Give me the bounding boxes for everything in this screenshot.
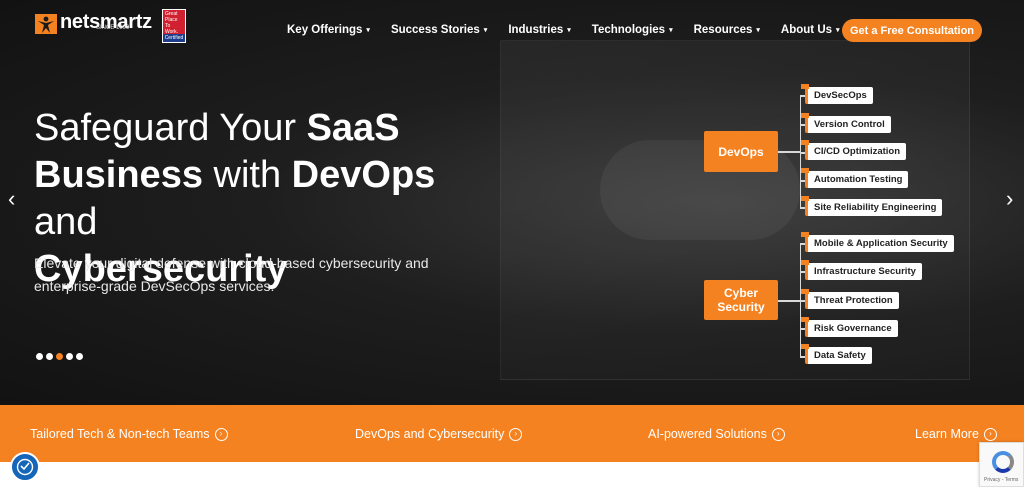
chevron-right-icon: › <box>983 427 997 441</box>
menu-label: Success Stories <box>390 24 480 36</box>
devops-item: Version Control <box>801 113 891 133</box>
chevron-right-icon: › <box>214 427 228 441</box>
caret-down-icon: ▾ <box>756 27 760 34</box>
devops-item: DevSecOps <box>801 84 873 104</box>
menu-label: About Us <box>780 24 833 36</box>
bar-item-label: DevOps and Cybersecurity <box>355 427 505 441</box>
headline-text: Business <box>34 154 203 196</box>
headline-text: DevOps <box>291 154 436 196</box>
menu-industries[interactable]: Industries ▾ <box>508 22 570 38</box>
badge-certified: Certified <box>163 34 185 42</box>
headline-text: with <box>213 154 282 196</box>
menu-resources[interactable]: Resources ▾ <box>694 22 760 38</box>
connector-line <box>778 300 800 302</box>
menu-label: Industries <box>508 24 564 36</box>
cyber-security-item: Threat Protection <box>801 289 899 309</box>
devops-item: Site Reliability Engineering <box>800 196 943 216</box>
logo-since: SINCE 1999 <box>96 25 130 31</box>
carousel-next-icon[interactable]: › <box>1006 186 1013 212</box>
headline-text: SaaS <box>306 107 400 149</box>
menu-technologies[interactable]: Technologies ▾ <box>592 22 673 38</box>
menu-success-stories[interactable]: Success Stories ▾ <box>391 22 487 38</box>
caret-down-icon: ▾ <box>567 27 571 34</box>
main-menu: Key Offerings ▾ Success Stories ▾ Industri… <box>287 22 840 38</box>
recaptcha-badge[interactable]: Privacy - Terms <box>979 442 1024 487</box>
tailored-teams-link[interactable]: Tailored Tech & Non-tech Teams › <box>30 427 228 441</box>
caret-down-icon: ▾ <box>483 27 488 34</box>
recaptcha-privacy-terms: Privacy - Terms <box>984 477 1019 483</box>
free-consultation-button[interactable]: Get a Free Consultation <box>842 19 982 42</box>
bar-item-label: AI-powered Solutions <box>648 427 767 441</box>
bar-item-label: Tailored Tech & Non-tech Teams <box>30 427 210 441</box>
learn-more-link[interactable]: Learn More › <box>915 427 997 441</box>
feature-bar: Tailored Tech & Non-tech Teams › DevOps a… <box>0 405 1024 462</box>
logo-figure-icon <box>35 14 57 34</box>
carousel-prev-icon[interactable]: ‹ <box>8 186 15 212</box>
connector-line <box>778 151 800 153</box>
chevron-right-icon: › <box>771 427 785 441</box>
carousel-dot-active[interactable] <box>56 353 63 360</box>
carousel-dot[interactable] <box>36 353 43 360</box>
menu-key-offerings[interactable]: Key Offerings ▾ <box>287 22 370 38</box>
hero-banner: netsmartz SINCE 1999 Great Place To Work… <box>0 0 1024 405</box>
cyber-security-item: Risk Governance <box>801 317 898 337</box>
headline-text: and <box>34 201 98 243</box>
carousel-dot[interactable] <box>66 353 73 360</box>
carousel-dot[interactable] <box>76 353 83 360</box>
cyber-security-item: Mobile & Application Security <box>801 232 954 252</box>
ai-solutions-link[interactable]: AI-powered Solutions › <box>648 427 785 441</box>
great-place-to-work-badge: Great Place To Work. Certified <box>162 9 186 43</box>
cyber-security-item: Infrastructure Security <box>801 260 922 280</box>
accessibility-icon[interactable] <box>10 452 40 482</box>
chevron-right-icon: › <box>509 427 523 441</box>
devops-group-box: DevOps <box>704 131 778 172</box>
recaptcha-icon <box>992 451 1014 473</box>
headline-text: Safeguard Your <box>34 107 297 149</box>
menu-about-us[interactable]: About Us ▾ <box>781 22 840 38</box>
menu-label: Resources <box>693 24 753 36</box>
menu-label: Technologies <box>591 24 666 36</box>
caret-down-icon: ▾ <box>836 27 840 34</box>
devops-item: Automation Testing <box>800 168 909 188</box>
devops-cybersecurity-link[interactable]: DevOps and Cybersecurity › <box>355 427 523 441</box>
bar-item-label: Learn More <box>915 427 979 441</box>
caret-down-icon: ▾ <box>366 27 370 34</box>
hero-subtext: Elevate your digital defense with cloud-… <box>34 255 429 294</box>
netsmartz-logo[interactable]: netsmartz <box>34 10 152 36</box>
top-navigation: netsmartz SINCE 1999 Great Place To Work… <box>0 0 1024 60</box>
devops-item: CI/CD Optimization <box>800 140 907 160</box>
cyber-security-group-box: Cyber Security <box>704 280 778 320</box>
menu-label: Key Offerings <box>287 24 363 36</box>
caret-down-icon: ▾ <box>669 27 673 34</box>
cyber-security-item: Data Safety <box>801 344 872 364</box>
accessibility-figure-icon <box>16 458 34 476</box>
carousel-dots <box>36 353 83 360</box>
carousel-dot[interactable] <box>46 353 53 360</box>
